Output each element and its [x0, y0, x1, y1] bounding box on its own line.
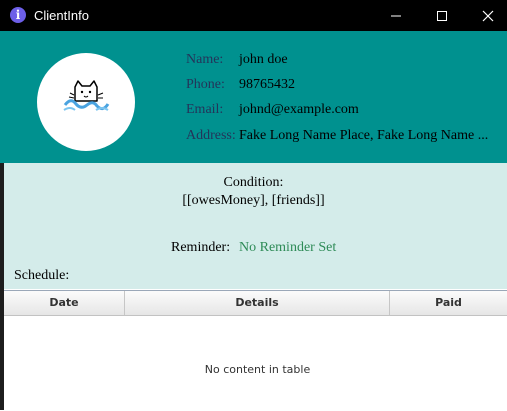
schedule-label: Schedule: — [14, 268, 70, 283]
client-header: Name: john doe Phone: 98765432 Email: jo… — [0, 31, 507, 163]
condition-value: [[owesMoney], [friends]] — [182, 193, 325, 208]
cat-avatar-icon — [63, 80, 110, 111]
close-icon — [482, 10, 494, 22]
email-value: johnd@example.com — [239, 102, 359, 117]
phone-value: 98765432 — [239, 77, 295, 92]
condition-label: Condition: — [223, 175, 284, 190]
column-header-details[interactable]: Details — [125, 291, 390, 315]
info-icon: i — [10, 7, 26, 23]
window-title: ClientInfo — [34, 8, 89, 23]
schedule-table[interactable]: Date Details Paid No content in table — [4, 290, 507, 411]
reminder-label: Reminder: — [171, 240, 231, 255]
title-bar[interactable]: i ClientInfo — [0, 0, 507, 31]
table-header: Date Details Paid — [4, 291, 507, 316]
maximize-button[interactable] — [419, 0, 465, 31]
empty-table-message: No content in table — [204, 363, 311, 376]
name-label: Name: — [186, 52, 224, 67]
column-header-date[interactable]: Date — [4, 291, 125, 315]
minimize-button[interactable] — [373, 0, 419, 31]
column-header-paid[interactable]: Paid — [390, 291, 507, 315]
name-value: john doe — [239, 52, 288, 67]
phone-label: Phone: — [186, 77, 225, 92]
minimize-icon — [391, 15, 401, 17]
avatar — [37, 53, 135, 151]
reminder-value: No Reminder Set — [239, 240, 337, 255]
address-label: Address: — [186, 128, 236, 143]
maximize-icon — [437, 11, 447, 21]
close-button[interactable] — [465, 0, 507, 31]
address-value: Fake Long Name Place, Fake Long Name ... — [239, 128, 489, 143]
email-label: Email: — [186, 102, 224, 117]
